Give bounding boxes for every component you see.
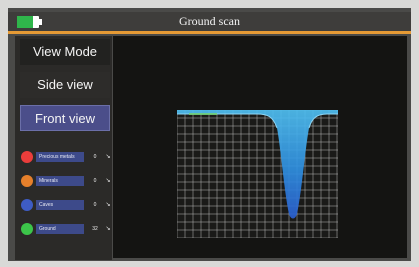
legend-value: 0: [93, 178, 97, 184]
chevron-down-icon[interactable]: ↘: [104, 152, 112, 162]
legend-row-caves[interactable]: Caves 0 ↘: [21, 199, 116, 211]
legend-label: Caves: [36, 200, 84, 210]
legend-label: Precious metals: [36, 152, 84, 162]
legend-row-minerals[interactable]: Minerals 0 ↘: [21, 175, 116, 187]
chevron-down-icon[interactable]: ↘: [104, 200, 112, 210]
legend-value: 0: [93, 202, 97, 208]
red-dot-icon: [21, 151, 33, 163]
legend-value: 0: [93, 154, 97, 160]
orange-dot-icon: [21, 175, 33, 187]
legend-row-ground[interactable]: Ground 32 ↘: [21, 223, 116, 235]
side-view-button[interactable]: Side view: [20, 72, 110, 98]
window-title: Ground scan: [179, 14, 240, 28]
chevron-down-icon[interactable]: ↘: [104, 224, 112, 234]
legend-label: Ground: [36, 224, 84, 234]
legend-value: 32: [92, 226, 98, 232]
legend-label: Minerals: [36, 176, 84, 186]
view-mode-button[interactable]: View Mode: [20, 39, 110, 65]
front-view-button[interactable]: Front view: [20, 105, 110, 131]
title-bar: Ground scan: [8, 12, 411, 34]
green-dot-icon: [21, 223, 33, 235]
scan-grid-plot: [177, 110, 338, 238]
legend-row-precious-metals[interactable]: Precious metals 0 ↘: [21, 151, 116, 163]
chevron-down-icon[interactable]: ↘: [104, 176, 112, 186]
blue-dot-icon: [21, 199, 33, 211]
ground-marker-strip: [189, 113, 217, 115]
